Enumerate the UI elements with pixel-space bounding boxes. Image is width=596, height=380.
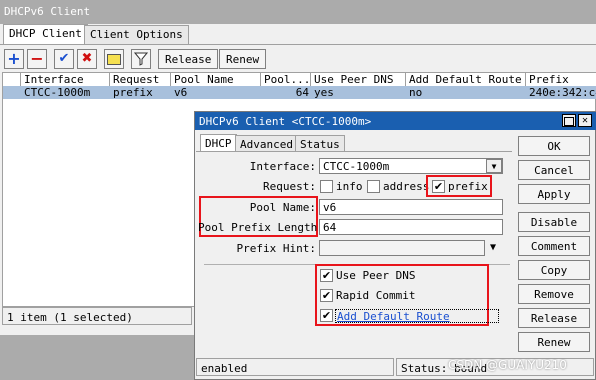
tab-dhcp[interactable]: DHCP (200, 134, 237, 151)
pool-prefix-length-input[interactable]: 64 (319, 219, 503, 235)
prefix-hint-label: Prefix Hint: (236, 242, 316, 255)
remove-button[interactable]: − (27, 49, 47, 69)
pool-name-input[interactable]: v6 (319, 199, 503, 215)
use-peer-dns-checkbox[interactable]: ✔ (320, 269, 333, 282)
prefix-hint-dropdown-icon[interactable]: ▼ (490, 242, 496, 253)
comment-button[interactable] (104, 49, 124, 69)
release-button[interactable]: Release (158, 49, 219, 69)
interface-select[interactable]: CTCC-1000m (319, 158, 503, 174)
request-prefix-label: prefix (448, 180, 488, 193)
request-label: Request: (263, 180, 316, 193)
rapid-commit-label: Rapid Commit (336, 289, 416, 302)
chevron-down-icon: ▼ (491, 162, 497, 171)
release-button[interactable]: Release (518, 308, 590, 328)
column-header-marker (3, 73, 21, 87)
cell-request: prefix (113, 86, 153, 99)
comment-icon (107, 54, 121, 65)
apply-button[interactable]: Apply (518, 184, 590, 204)
watermark: CSDN @GUAIYU210 (448, 358, 567, 372)
checkmark-icon: ✔ (321, 289, 332, 302)
comment-button[interactable]: Comment (518, 236, 590, 256)
column-header-add-default-route[interactable]: Add Default Route (406, 73, 526, 87)
checkmark-icon: ✔ (321, 269, 332, 282)
rapid-commit-checkbox[interactable]: ✔ (320, 289, 333, 302)
tab-client-options[interactable]: Client Options (84, 25, 189, 44)
minus-icon: − (30, 49, 44, 68)
add-default-route-label: Add Default Route (335, 309, 499, 323)
dialog-status-enabled: enabled (196, 358, 394, 376)
enable-button[interactable]: ✔ (54, 49, 74, 69)
cell-interface: CTCC-1000m (24, 86, 91, 99)
remove-button[interactable]: Remove (518, 284, 590, 304)
disable-button[interactable]: ✖ (77, 49, 97, 69)
pool-name-label: Pool Name: (249, 201, 316, 214)
column-header-pool-name[interactable]: Pool Name (171, 73, 261, 87)
ok-button[interactable]: OK (518, 136, 590, 156)
main-window-title: DHCPv6 Client (0, 0, 596, 24)
add-default-route-checkbox[interactable]: ✔ (320, 309, 333, 322)
column-header-request[interactable]: Request (110, 73, 171, 87)
close-button[interactable]: ✕ (578, 114, 592, 127)
tab-advanced[interactable]: Advanced (235, 135, 298, 151)
renew-button[interactable]: Renew (518, 332, 590, 352)
cell-add-default-route: no (409, 86, 423, 99)
interface-dropdown-button[interactable]: ▼ (486, 159, 502, 173)
request-address-label: address (383, 180, 430, 193)
dialog-title: DHCPv6 Client <CTCC-1000m> (195, 112, 596, 130)
column-header-use-peer-dns[interactable]: Use Peer DNS (311, 73, 406, 87)
close-icon: ✕ (581, 115, 589, 126)
checkmark-icon: ✔ (58, 51, 70, 66)
restore-button[interactable] (562, 114, 576, 127)
request-info-label: info (336, 180, 363, 193)
checkmark-icon: ✔ (433, 180, 444, 193)
pool-prefix-length-label: Pool Prefix Length: (198, 221, 324, 234)
cell-prefix: 240e:342:c4 (529, 86, 596, 99)
tab-status[interactable]: Status (295, 135, 345, 151)
filter-icon (133, 52, 149, 66)
column-header-interface[interactable]: Interface (21, 73, 110, 87)
interface-label: Interface: (249, 160, 316, 173)
copy-button[interactable]: Copy (518, 260, 590, 280)
checkmark-icon: ✔ (321, 309, 332, 322)
cell-pool-name: v6 (174, 86, 188, 99)
request-info-checkbox[interactable] (320, 180, 333, 193)
restore-icon (564, 117, 574, 126)
tab-dhcp-client[interactable]: DHCP Client (3, 24, 88, 44)
plus-icon: + (7, 49, 21, 68)
column-header-prefix[interactable]: Prefix (526, 73, 596, 87)
add-button[interactable]: + (4, 49, 24, 69)
cross-icon: ✖ (81, 51, 93, 66)
use-peer-dns-label: Use Peer DNS (336, 269, 416, 282)
disable-button[interactable]: Disable (518, 212, 590, 232)
cell-pool-prefix-length: 64 (295, 86, 309, 99)
request-prefix-checkbox[interactable]: ✔ (432, 180, 445, 193)
column-header-pool-prefix[interactable]: Pool... (261, 73, 311, 87)
prefix-hint-input[interactable] (319, 240, 485, 256)
cell-use-peer-dns: yes (314, 86, 334, 99)
request-address-checkbox[interactable] (367, 180, 380, 193)
cancel-button[interactable]: Cancel (518, 160, 590, 180)
renew-button[interactable]: Renew (219, 49, 267, 69)
filter-button[interactable] (131, 49, 151, 69)
main-status-bar: 1 item (1 selected) (2, 307, 192, 325)
